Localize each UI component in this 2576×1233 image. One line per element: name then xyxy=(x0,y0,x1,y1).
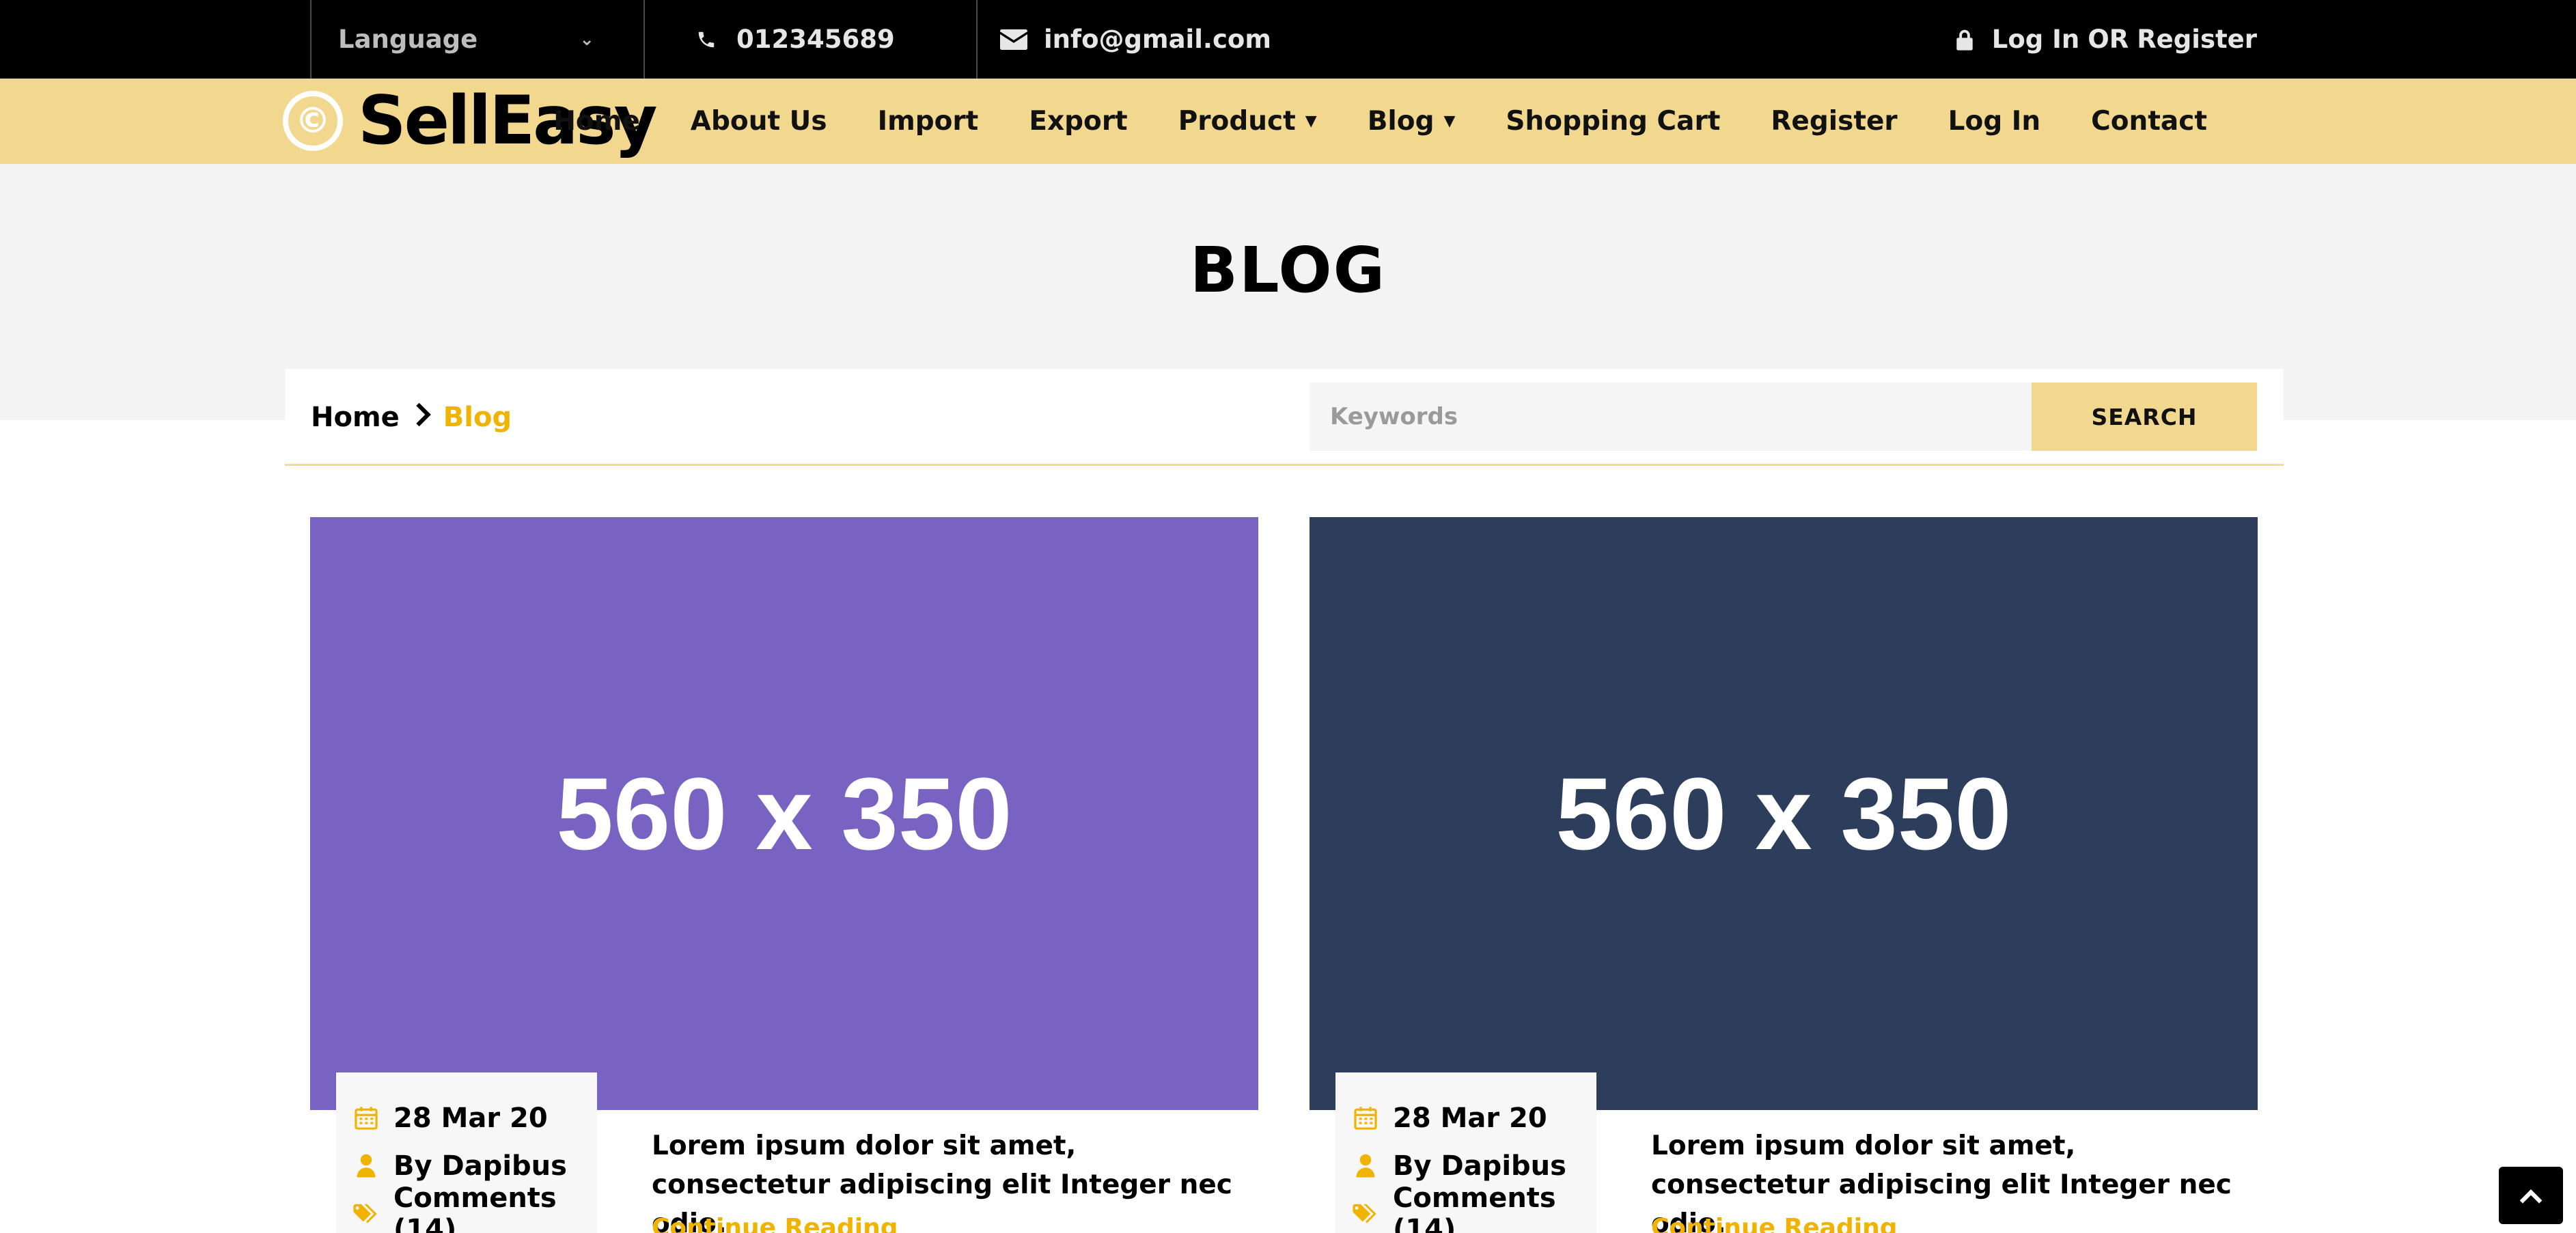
nav-item-product[interactable]: Product ▼ xyxy=(1153,106,1342,137)
nav-item-shopping-cart[interactable]: Shopping Cart xyxy=(1480,106,1745,137)
nav-item-label: Contact xyxy=(2091,106,2207,137)
login-link[interactable]: Log In xyxy=(1992,25,2079,54)
user-icon xyxy=(1352,1154,1379,1178)
post-date-text: 28 Mar 20 xyxy=(1393,1103,1547,1134)
post-comments: Comments (14) xyxy=(1352,1182,1596,1233)
post-comments-text[interactable]: Comments (14) xyxy=(393,1182,597,1233)
user-icon xyxy=(352,1154,380,1178)
page-title: BLOG xyxy=(1189,234,1387,307)
nav-item-label: Import xyxy=(877,106,979,137)
nav-item-blog[interactable]: Blog ▼ xyxy=(1342,106,1481,137)
nav-menu: Home About Us Import Export Product ▼ Blo… xyxy=(528,79,2232,164)
post-meta: 28 Mar 20 By Dapibus Comments (14) xyxy=(336,1072,597,1233)
post-comments-text[interactable]: Comments (14) xyxy=(1393,1182,1596,1233)
phone-icon xyxy=(693,29,720,50)
nav-item-contact[interactable]: Contact xyxy=(2066,106,2232,137)
post-meta: 28 Mar 20 By Dapibus Comments (14) xyxy=(1335,1072,1596,1233)
nav-item-label: Home xyxy=(553,106,640,137)
image-placeholder-label: 560 x 350 xyxy=(556,756,1012,871)
language-select[interactable]: Language ⌄ xyxy=(311,0,642,79)
or-separator: OR xyxy=(2088,25,2129,54)
blog-post-card: 560 x 350 28 Mar 20 By Dapibus Comments … xyxy=(1310,517,2258,1233)
nav-item-home[interactable]: Home xyxy=(528,106,665,137)
copyright-logo-icon: © xyxy=(283,91,343,151)
email-contact[interactable]: info@gmail.com xyxy=(1000,0,1271,79)
caret-down-icon: ▼ xyxy=(1443,113,1456,130)
nav-item-export[interactable]: Export xyxy=(1003,106,1152,137)
calendar-icon xyxy=(352,1105,380,1131)
nav-item-label: Product xyxy=(1178,106,1296,137)
phone-contact[interactable]: 012345689 xyxy=(693,0,895,79)
post-comments: Comments (14) xyxy=(352,1182,597,1233)
lock-icon xyxy=(1951,29,1978,51)
nav-item-label: Register xyxy=(1771,106,1898,137)
nav-item-label: About Us xyxy=(690,106,827,137)
envelope-icon xyxy=(1000,29,1027,50)
tags-icon xyxy=(1352,1202,1379,1225)
post-image[interactable]: 560 x 350 xyxy=(1310,517,2258,1110)
image-placeholder-label: 560 x 350 xyxy=(1555,756,2012,871)
breadcrumb-home-link[interactable]: Home xyxy=(311,402,400,433)
post-date-text: 28 Mar 20 xyxy=(393,1103,548,1134)
email-address: info@gmail.com xyxy=(1044,25,1271,54)
post-author-text[interactable]: By Dapibus xyxy=(1393,1150,1566,1182)
caret-down-icon: ▼ xyxy=(1305,113,1317,130)
continue-reading-link[interactable]: Continue Reading xyxy=(1651,1214,1897,1233)
search-button[interactable]: SEARCH xyxy=(2032,383,2257,451)
chevron-up-icon xyxy=(2519,1180,2543,1211)
post-date: 28 Mar 20 xyxy=(1352,1094,1596,1142)
post-date: 28 Mar 20 xyxy=(352,1094,597,1142)
chevron-right-icon xyxy=(415,402,431,433)
divider xyxy=(976,0,978,79)
continue-reading-link[interactable]: Continue Reading xyxy=(652,1214,898,1233)
nav-item-label: Shopping Cart xyxy=(1506,106,1721,137)
nav-item-label: Blog xyxy=(1367,106,1435,137)
breadcrumb-search-panel: Home Blog SEARCH xyxy=(285,369,2284,466)
breadcrumb-current: Blog xyxy=(443,402,512,433)
nav-item-about-us[interactable]: About Us xyxy=(665,106,853,137)
breadcrumb: Home Blog xyxy=(311,369,512,466)
nav-item-register[interactable]: Register xyxy=(1745,106,1922,137)
blog-post-card: 560 x 350 28 Mar 20 By Dapibus Comments … xyxy=(310,517,1258,1233)
register-link[interactable]: Register xyxy=(2137,25,2257,54)
chevron-down-icon: ⌄ xyxy=(579,29,594,50)
nav-item-import[interactable]: Import xyxy=(853,106,1004,137)
phone-number: 012345689 xyxy=(736,25,895,54)
auth-links: Log In OR Register xyxy=(1951,0,2257,79)
calendar-icon xyxy=(1352,1105,1379,1131)
top-bar: Language ⌄ 012345689 info@gmail.com Log … xyxy=(0,0,2576,79)
nav-item-label: Export xyxy=(1029,106,1128,137)
divider xyxy=(643,0,645,79)
main-navbar: © SellEasy Home About Us Import Export P… xyxy=(0,79,2576,164)
nav-item-label: Log In xyxy=(1948,106,2041,137)
nav-item-log-in[interactable]: Log In xyxy=(1923,106,2066,137)
post-author-text[interactable]: By Dapibus xyxy=(393,1150,567,1182)
post-image[interactable]: 560 x 350 xyxy=(310,517,1258,1110)
language-label: Language xyxy=(338,25,478,54)
tags-icon xyxy=(352,1202,380,1225)
search-input[interactable] xyxy=(1310,383,2032,451)
back-to-top-button[interactable] xyxy=(2499,1167,2563,1224)
